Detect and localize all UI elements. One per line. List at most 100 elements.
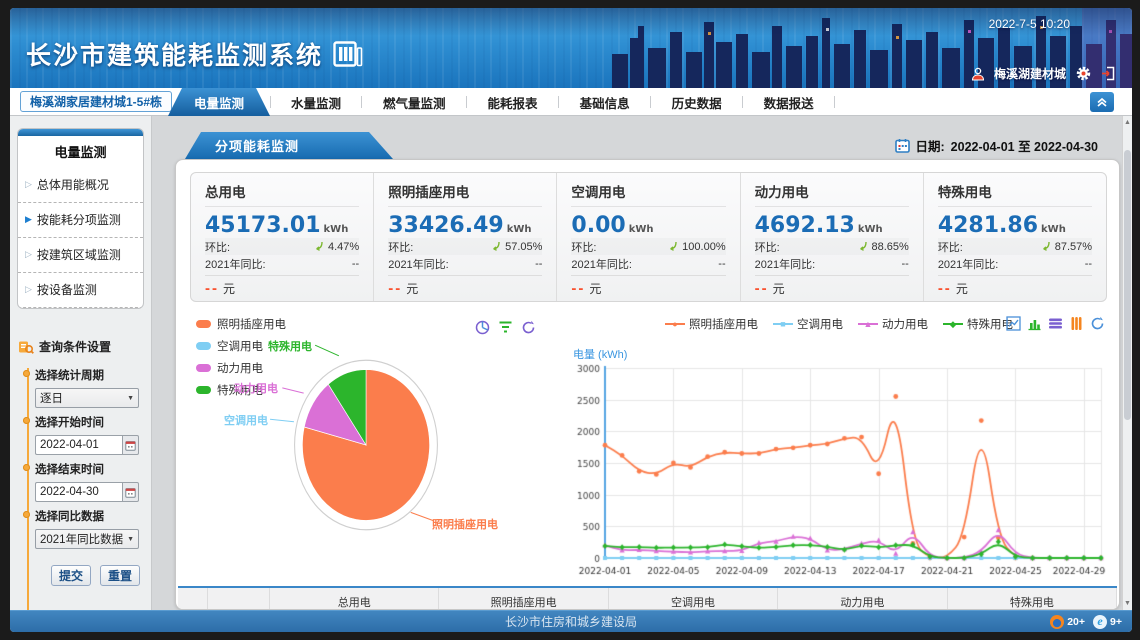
tongbi-value: --	[535, 258, 542, 270]
vertical-scrollbar[interactable]: ▲ ▼	[1122, 116, 1132, 610]
bar-chart-icon[interactable]	[1027, 316, 1042, 331]
horizontal-stripes-icon[interactable]	[1048, 316, 1063, 331]
trend-down-arrow-icon	[857, 241, 868, 252]
legend-item-special[interactable]: ◆特殊用电	[943, 316, 1013, 332]
arrow-icon: ▷	[25, 284, 32, 295]
refresh-icon[interactable]	[521, 320, 536, 335]
end-date-label: 选择结束时间	[35, 461, 146, 477]
menu-panel-topbar	[18, 129, 143, 136]
tab-history[interactable]: 历史数据	[651, 88, 743, 116]
scroll-down-arrow[interactable]: ▼	[1123, 596, 1132, 610]
firefox-icon	[1050, 615, 1064, 629]
arrow-icon: ▷	[25, 249, 32, 260]
arrow-icon: ▶	[25, 214, 32, 225]
card-value: 4281.86	[938, 213, 1038, 238]
sidebar-item-by-device[interactable]: ▷ 按设备监测	[18, 273, 143, 308]
submit-button[interactable]: 提交	[51, 565, 91, 586]
user-name[interactable]: 梅溪湖建材城	[994, 65, 1066, 82]
logout-icon[interactable]	[1101, 66, 1116, 81]
cost-value: --	[205, 280, 219, 297]
cost-value: --	[755, 280, 769, 297]
card-title: 动力用电	[755, 181, 909, 207]
tongbi-label: 2021年同比:	[755, 256, 816, 272]
collapse-up-button[interactable]	[1090, 92, 1114, 112]
card-title: 照明插座用电	[388, 181, 542, 207]
calendar-icon[interactable]	[122, 482, 139, 502]
sidebar-item-overview[interactable]: ▷ 总体用能概况	[18, 168, 143, 203]
pie-label-ac: 空调用电	[224, 412, 268, 428]
double-chevron-up-icon	[1096, 96, 1108, 108]
user-icon	[971, 67, 985, 81]
footer-text: 长沙市住房和城乡建设局	[10, 613, 1132, 630]
period-value: 逐日	[40, 390, 63, 406]
start-date-input[interactable]	[35, 435, 122, 455]
ie-icon: e	[1093, 615, 1107, 629]
table-header-power: 动力用电	[778, 588, 947, 609]
period-select[interactable]: 逐日 ▼	[35, 388, 139, 408]
vertical-stripes-icon[interactable]	[1069, 316, 1084, 331]
tab-data-submit[interactable]: 数据报送	[743, 88, 835, 116]
building-selector[interactable]: 梅溪湖家居建材城1-5#栋	[20, 91, 172, 112]
line-chart-icon[interactable]	[1006, 316, 1021, 331]
chevron-down-icon: ▼	[127, 536, 134, 543]
tongbi-label: 2021年同比:	[938, 256, 999, 272]
sidebar-item-by-area[interactable]: ▷ 按建筑区域监测	[18, 238, 143, 273]
legend-item-ac[interactable]: ■ 空调用电	[773, 316, 843, 332]
trend-down-arrow-icon	[313, 241, 324, 252]
legend-label: 动力用电	[217, 360, 263, 376]
main-panel: 总用电 45173.01kWh 环比: 4.47% 2021年同比:-- --元…	[175, 159, 1120, 610]
sidebar-item-label: 总体用能概况	[37, 176, 109, 193]
cost-value: --	[938, 280, 952, 297]
footer: 长沙市住房和城乡建设局 20+ e9+	[10, 610, 1132, 632]
pie-label-lighting: 照明插座用电	[432, 516, 498, 532]
pie-label-special: 特殊用电	[268, 338, 312, 354]
legend-label: 空调用电	[217, 338, 263, 354]
tongbi-value: --	[352, 258, 359, 270]
reset-button[interactable]: 重置	[100, 565, 140, 586]
sidebar-item-by-category[interactable]: ▶ 按能耗分项监测	[18, 203, 143, 238]
pie-chart[interactable]	[291, 356, 441, 534]
tab-report[interactable]: 能耗报表	[467, 88, 559, 116]
menu-panel-title: 电量监测	[18, 136, 143, 168]
card-power: 动力用电 4692.13kWh 环比: 88.65% 2021年同比:-- --…	[740, 173, 923, 301]
tab-electricity[interactable]: 电量监测	[168, 88, 270, 116]
card-unit: kWh	[629, 224, 654, 235]
data-table-header: 总用电 照明插座用电 空调用电 动力用电 特殊用电	[178, 586, 1117, 609]
marker-square-icon: ■	[773, 319, 793, 329]
filter-funnel-icon[interactable]	[498, 320, 513, 335]
compare-label: 选择同比数据	[35, 508, 146, 524]
card-special: 特殊用电 4281.86kWh 环比: 87.57% 2021年同比:-- --…	[923, 173, 1106, 301]
legend-item-power[interactable]: ▲动力用电	[858, 316, 928, 332]
card-lighting-socket: 照明插座用电 33426.49kWh 环比: 57.05% 2021年同比:--…	[373, 173, 556, 301]
trend-down-arrow-icon	[490, 241, 501, 252]
cost-unit: 元	[406, 280, 418, 297]
legend-item-lighting[interactable]: ●照明插座用电	[665, 316, 758, 332]
legend-item-lighting[interactable]: 照明插座用电	[196, 316, 286, 332]
tab-basic-info[interactable]: 基础信息	[559, 88, 651, 116]
line-chart[interactable]	[571, 362, 1107, 584]
nav-tabs: 电量监测 水量监测 燃气量监测 能耗报表 基础信息 历史数据 数据报送	[168, 88, 835, 116]
compare-select[interactable]: 2021年同比数据 ▼	[35, 529, 139, 549]
table-header-cell	[178, 588, 208, 609]
pie-chart-icon[interactable]	[475, 320, 490, 335]
date-range-value: 2022-04-01 至 2022-04-30	[951, 136, 1098, 155]
tab-water[interactable]: 水量监测	[270, 88, 362, 116]
refresh-icon[interactable]	[1090, 316, 1105, 331]
calendar-icon[interactable]	[895, 138, 910, 153]
card-unit: kWh	[324, 224, 349, 235]
calendar-icon[interactable]	[122, 435, 139, 455]
legend-item-power[interactable]: 动力用电	[196, 360, 286, 376]
card-value: 4692.13	[755, 213, 855, 238]
end-date-input[interactable]	[35, 482, 122, 502]
navbar: 梅溪湖家居建材城1-5#栋 电量监测 水量监测 燃气量监测 能耗报表 基础信息 …	[10, 88, 1132, 116]
scrollbar-thumb[interactable]	[1124, 150, 1131, 420]
tab-gas[interactable]: 燃气量监测	[362, 88, 467, 116]
sidebar-item-label: 按设备监测	[37, 281, 97, 298]
line-chart-block: ●照明插座用电 ■空调用电 ▲动力用电 ◆特殊用电 电量 (kWh)	[571, 310, 1107, 598]
legend-label: 空调用电	[797, 316, 843, 332]
date-label: 日期:	[916, 136, 945, 155]
content-area: 分项能耗监测 日期: 2022-04-01 至 2022-04-30 总用电 4…	[152, 116, 1132, 610]
gear-icon[interactable]	[1075, 65, 1092, 82]
table-header-lighting: 照明插座用电	[439, 588, 608, 609]
scroll-up-arrow[interactable]: ▲	[1123, 116, 1132, 130]
